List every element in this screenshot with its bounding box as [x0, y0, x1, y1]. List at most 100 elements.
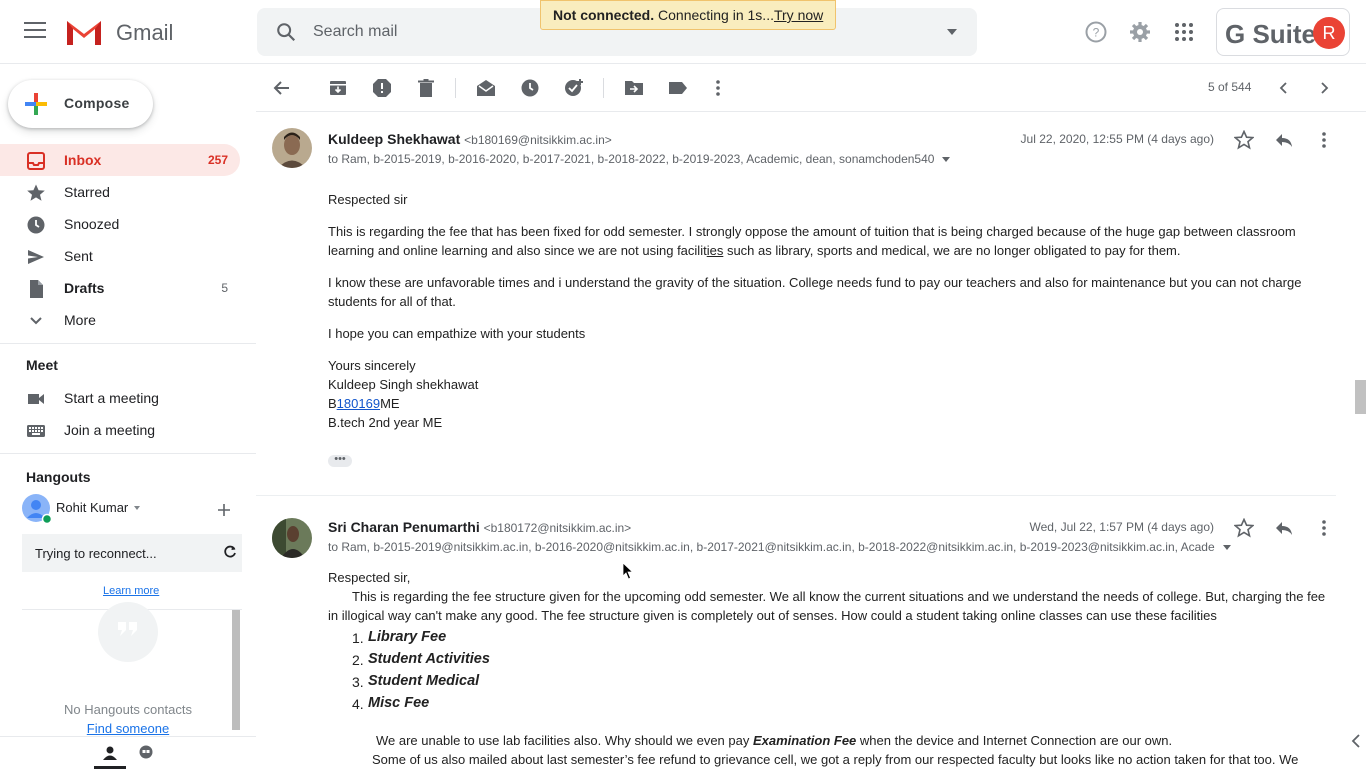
text-span: when the device and Internet Connection …: [856, 733, 1173, 748]
sender-email: <b180169@nitsikkim.ac.in>: [464, 133, 612, 147]
help-icon[interactable]: ?: [1084, 20, 1108, 44]
sidebar-item-label: Starred: [64, 184, 110, 200]
message-date: Jul 22, 2020, 12:55 PM (4 days ago): [1020, 132, 1214, 146]
side-panel-chevron-left-icon[interactable]: [1346, 724, 1366, 758]
refresh-icon[interactable]: [223, 545, 237, 559]
older-chevron-right-icon[interactable]: [1314, 78, 1334, 98]
message-body: Respected sir This is regarding the fee …: [328, 190, 1328, 432]
show-details-caret-icon[interactable]: [942, 157, 951, 163]
user-menu-caret-icon[interactable]: [134, 506, 140, 510]
account-avatar[interactable]: R: [1313, 17, 1345, 49]
text-span: ME: [380, 396, 400, 411]
draft-icon: [30, 280, 43, 298]
sender-name[interactable]: Sri Charan Penumarthi: [328, 519, 480, 535]
signature-line: B180169ME: [328, 394, 1328, 413]
reply-icon[interactable]: [1274, 130, 1294, 150]
sidebar-item-inbox[interactable]: Inbox 257: [0, 144, 240, 176]
sidebar-item-more[interactable]: More: [0, 304, 240, 336]
meet-title: Meet: [26, 357, 58, 373]
more-vert-icon[interactable]: [708, 78, 728, 98]
svg-text:?: ?: [1093, 26, 1100, 40]
sidebar-item-sent[interactable]: Sent: [0, 240, 240, 272]
list-item: Misc Fee: [368, 695, 430, 711]
drafts-count: 5: [221, 281, 228, 295]
search-options-icon[interactable]: [947, 29, 957, 35]
message-card: Sri Charan Penumarthi <b180172@nitsikkim…: [256, 516, 1336, 768]
back-arrow-icon[interactable]: [272, 78, 292, 98]
text-span: B: [328, 396, 337, 411]
sidebar-item-label: Drafts: [64, 280, 105, 296]
find-someone-link[interactable]: Find someone: [0, 721, 256, 736]
sidebar-item-snoozed[interactable]: Snoozed: [0, 208, 240, 240]
recipients-line: to Ram, b-2015-2019@nitsikkim.ac.in, b-2…: [328, 540, 1231, 554]
mark-unread-icon[interactable]: [476, 78, 496, 98]
apps-grid-icon[interactable]: [1172, 20, 1196, 44]
sidebar-item-drafts[interactable]: Drafts 5: [0, 272, 240, 304]
settings-gear-icon[interactable]: [1128, 20, 1152, 44]
page-scrollbar[interactable]: [1355, 380, 1366, 414]
toolbar-separator: [603, 78, 604, 98]
star-icon: [27, 184, 45, 201]
list-number: 4.: [352, 696, 364, 712]
search-icon[interactable]: [275, 21, 297, 43]
start-meeting-label: Start a meeting: [64, 390, 159, 406]
hangouts-empty-icon: [98, 602, 158, 662]
sender-name[interactable]: Kuldeep Shekhawat: [328, 131, 460, 147]
archive-icon[interactable]: [328, 78, 348, 98]
move-to-icon[interactable]: [624, 78, 644, 98]
list-number: 3.: [352, 674, 364, 690]
hangouts-title: Hangouts: [26, 469, 91, 485]
compose-button[interactable]: Compose: [8, 80, 153, 128]
paragraph-line: students for all of that.: [328, 294, 456, 309]
greeting: Respected sir,: [328, 570, 411, 585]
start-meeting-item[interactable]: Start a meeting: [0, 382, 240, 414]
message-body-continued: We are unable to use lab facilities also…: [372, 731, 1334, 769]
star-outline-icon[interactable]: [1234, 518, 1254, 538]
join-meeting-item[interactable]: Join a meeting: [0, 414, 240, 446]
add-contact-plus-icon[interactable]: [216, 502, 232, 518]
underlined-text: ies: [706, 243, 724, 258]
show-details-caret-icon[interactable]: [1222, 545, 1231, 551]
snooze-clock-icon[interactable]: [520, 78, 540, 98]
sidebar-item-label: Inbox: [64, 152, 102, 168]
paragraph: I hope you can empathize with your stude…: [328, 326, 586, 341]
signature-line: B.tech 2nd year ME: [328, 415, 443, 430]
main-menu-icon[interactable]: [24, 22, 46, 40]
person-icon: [103, 746, 117, 760]
reply-icon[interactable]: [1274, 518, 1294, 538]
join-meeting-label: Join a meeting: [64, 422, 156, 438]
plus-icon: [25, 93, 47, 115]
greeting: Respected sir: [328, 192, 408, 207]
list-number: 1.: [352, 630, 364, 646]
user-avatar-icon: [22, 494, 52, 524]
top-bar: Gmail Not connected. Connecting in 1s...…: [0, 0, 1366, 64]
show-trimmed-content-button[interactable]: •••: [328, 454, 352, 467]
phone-link[interactable]: 180169: [337, 396, 380, 411]
sidebar-item-starred[interactable]: Starred: [0, 176, 240, 208]
inbox-count: 257: [207, 153, 228, 167]
star-outline-icon[interactable]: [1234, 130, 1254, 150]
more-vert-icon[interactable]: [1314, 130, 1334, 150]
sender-line: Sri Charan Penumarthi <b180172@nitsikkim…: [328, 519, 631, 535]
more-vert-icon[interactable]: [1314, 518, 1334, 538]
conversations-tab[interactable]: [130, 737, 162, 769]
account-switcher[interactable]: G Suite R: [1216, 8, 1350, 56]
sidebar-item-label: Snoozed: [64, 216, 120, 232]
add-to-tasks-icon[interactable]: [564, 78, 584, 98]
sender-email: <b180172@nitsikkim.ac.in>: [483, 521, 632, 535]
toolbar-separator: [455, 78, 456, 98]
contacts-tab[interactable]: [94, 737, 126, 769]
app-name: Gmail: [116, 20, 174, 45]
report-spam-icon[interactable]: [372, 78, 392, 98]
bold-text: Examination Fee: [752, 733, 857, 748]
gmail-logo-icon[interactable]: [64, 17, 104, 47]
learn-more-link[interactable]: Learn more: [103, 585, 159, 597]
delete-trash-icon[interactable]: [416, 78, 436, 98]
try-now-link[interactable]: Try now: [774, 7, 823, 23]
text-span: such as library, sports and medical, we …: [723, 243, 1181, 258]
message-date: Wed, Jul 22, 1:57 PM (4 days ago): [1029, 520, 1214, 534]
newer-chevron-left-icon[interactable]: [1274, 78, 1294, 98]
list-number: 2.: [352, 652, 364, 668]
label-tag-icon[interactable]: [668, 78, 688, 98]
text-span: learning and online learning and also si…: [328, 243, 707, 258]
